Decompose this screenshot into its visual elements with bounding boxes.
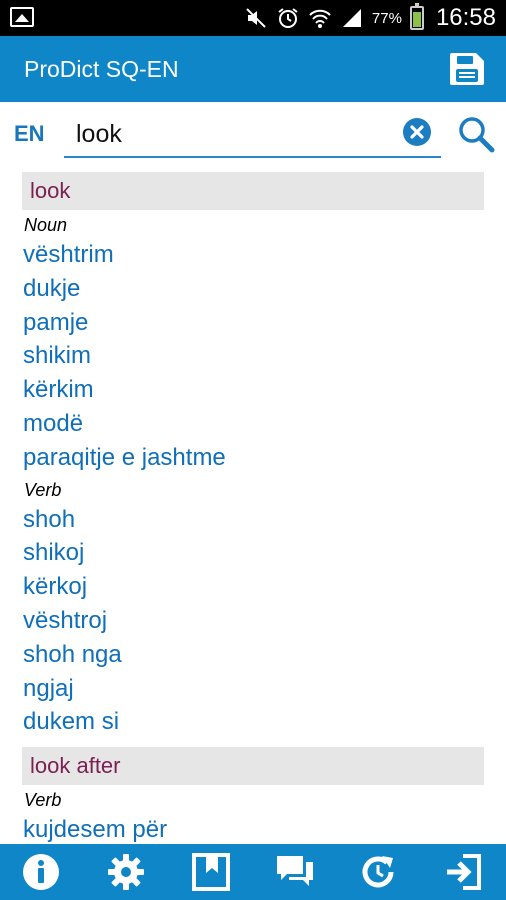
history-icon — [362, 856, 394, 888]
wifi-icon — [308, 7, 332, 29]
battery-icon — [409, 3, 424, 30]
translation-item[interactable]: dukje — [23, 272, 506, 306]
translation-item[interactable]: ngjaj — [23, 672, 506, 706]
part-of-speech-label: Verb — [24, 479, 62, 500]
translation-item[interactable]: shoh — [23, 503, 506, 537]
part-of-speech-label: Verb — [24, 790, 62, 811]
search-field-container — [64, 112, 441, 158]
headword-header[interactable]: look — [22, 172, 484, 210]
chat-button[interactable] — [275, 852, 315, 892]
clear-icon — [410, 125, 424, 139]
exit-icon — [447, 854, 481, 890]
app-title: ProDict SQ-EN — [24, 56, 179, 82]
gallery-notification-icon — [10, 7, 34, 27]
translation-item[interactable]: dukem si — [23, 705, 506, 739]
search-icon — [459, 117, 495, 153]
app-bar: ProDict SQ-EN — [0, 36, 506, 102]
bookmark-icon — [192, 853, 230, 891]
status-icons: 77% 16:58 — [244, 0, 496, 36]
part-of-speech-label: Noun — [24, 215, 68, 235]
history-button[interactable] — [358, 852, 398, 892]
search-input[interactable] — [76, 116, 396, 152]
clear-search-button[interactable] — [403, 118, 431, 146]
bookmarks-button[interactable] — [191, 852, 231, 892]
save-button[interactable] — [448, 51, 486, 87]
results-list[interactable]: look Noun vështrim dukje pamje shikim kërkim mo… — [0, 172, 506, 844]
translation-item[interactable]: kërkoj — [23, 570, 506, 604]
battery-percentage: 77% — [371, 9, 402, 27]
mute-icon — [244, 7, 268, 29]
headword-header[interactable]: look after — [22, 747, 484, 786]
info-icon — [23, 854, 59, 890]
settings-button[interactable] — [106, 852, 146, 892]
settings-icon — [108, 854, 144, 890]
status-bar: 77% 16:58 — [0, 0, 506, 36]
translation-item[interactable]: shoh nga — [23, 638, 506, 672]
clock: 16:58 — [435, 4, 496, 31]
bottom-toolbar — [0, 844, 506, 900]
translation-item[interactable]: shikim — [23, 339, 506, 373]
translation-item[interactable]: vështroj — [23, 604, 506, 638]
translation-item[interactable]: kërkim — [23, 373, 506, 407]
translation-item[interactable]: modë — [23, 407, 506, 441]
exit-button[interactable] — [443, 852, 483, 892]
info-button[interactable] — [21, 852, 61, 892]
translation-item[interactable]: vështrim — [23, 238, 506, 272]
alarm-icon — [276, 7, 300, 29]
search-button[interactable] — [456, 114, 496, 154]
entry-separator — [0, 739, 506, 747]
language-toggle[interactable]: EN — [14, 121, 45, 147]
save-icon — [450, 53, 484, 85]
translation-item[interactable]: paraqitje e jashtme — [23, 441, 506, 475]
translation-item[interactable]: pamje — [23, 306, 506, 340]
translation-item[interactable]: shikoj — [23, 536, 506, 570]
signal-icon — [340, 7, 364, 29]
chat-icon — [277, 856, 313, 886]
translation-item[interactable]: kujdesem për — [23, 813, 506, 844]
